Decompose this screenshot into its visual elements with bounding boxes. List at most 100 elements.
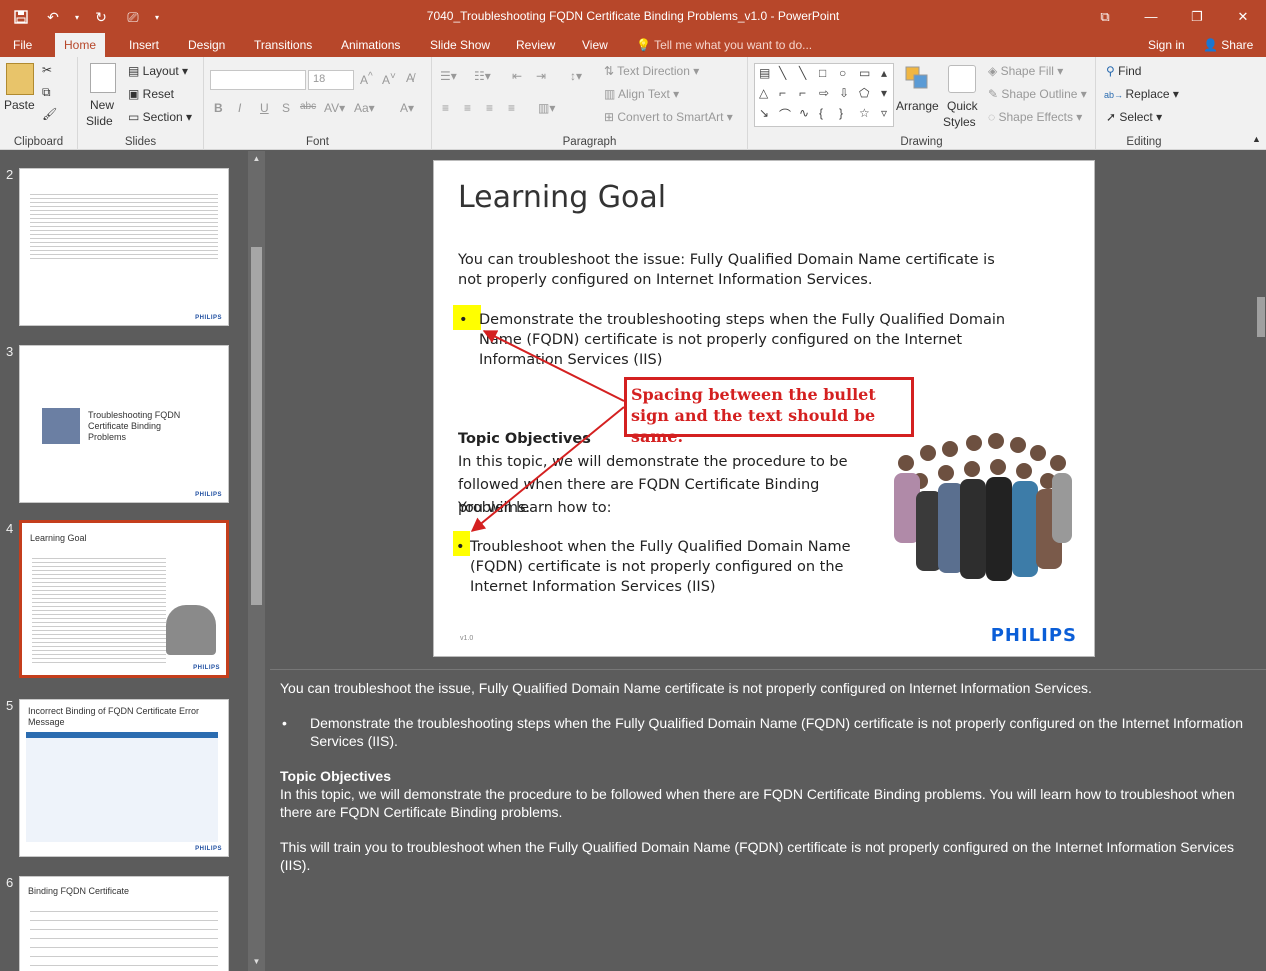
tab-review[interactable]: Review [507, 33, 564, 57]
elbow-shape-icon[interactable]: ⌐ [779, 86, 786, 100]
shape-outline-button[interactable]: ✎ Shape Outline ▾ [988, 87, 1087, 101]
arrange-button[interactable]: Arrange [896, 99, 939, 113]
shapes-gallery[interactable]: ▤ ╲ ╲ □ ○ ▭ △ ⌐ ⌐ ⇨ ⇩ ⬠ ↘ ⌒ ∿ { } ☆ ▴ ▾ … [754, 63, 894, 127]
font-color-icon[interactable]: A▾ [400, 101, 414, 115]
new-slide-button-line2[interactable]: Slide [86, 114, 113, 128]
thumbnails-scrollbar[interactable]: ▲ ▼ [248, 151, 265, 971]
shape-effects-button[interactable]: ◌ Shape Effects ▾ [988, 110, 1082, 124]
tab-home[interactable]: Home [55, 33, 106, 57]
slide-thumbnail-2[interactable]: PHILIPS [19, 168, 229, 326]
find-button[interactable]: ⚲ Find [1106, 64, 1141, 78]
text-direction-button[interactable]: ⇅ Text Direction ▾ [604, 64, 699, 78]
new-slide-icon[interactable] [90, 63, 116, 93]
grow-font-icon[interactable]: A^ [360, 71, 373, 87]
italic-icon[interactable]: I [238, 101, 241, 115]
font-name-combo[interactable] [210, 70, 306, 90]
share-button[interactable]: 👤 Share [1203, 38, 1253, 52]
rectangle-shape-icon[interactable]: □ [819, 66, 826, 80]
underline-icon[interactable]: U [260, 101, 269, 115]
bullets-icon[interactable]: ☰▾ [440, 69, 457, 83]
scrollbar-thumb[interactable] [251, 247, 262, 605]
brace-open-shape-icon[interactable]: { [819, 106, 823, 120]
close-button[interactable]: ✕ [1220, 0, 1266, 33]
elbow2-shape-icon[interactable]: ⌐ [799, 86, 806, 100]
textbox-shape-icon[interactable]: ▤ [759, 66, 770, 80]
curve-shape-icon[interactable]: ⌒ [779, 106, 791, 123]
paste-icon[interactable] [6, 63, 34, 95]
font-size-combo[interactable]: 18 [308, 70, 354, 90]
decrease-indent-icon[interactable]: ⇤ [512, 69, 522, 83]
convert-smartart-button[interactable]: ⊞ Convert to SmartArt ▾ [604, 110, 733, 124]
slide-thumbnail-4[interactable]: Learning Goal PHILIPS [19, 520, 229, 678]
reset-button[interactable]: ▣ Reset [128, 87, 174, 101]
cut-icon[interactable]: ✂ [42, 63, 52, 77]
shadow-icon[interactable]: S [282, 101, 290, 115]
slide-thumbnail-5[interactable]: Incorrect Binding of FQDN Certificate Er… [19, 699, 229, 857]
char-spacing-icon[interactable]: AV▾ [324, 101, 345, 115]
arrow-down-shape-icon[interactable]: ⇩ [839, 86, 849, 100]
gallery-more-icon[interactable]: ▿ [881, 106, 887, 120]
star-shape-icon[interactable]: ☆ [859, 106, 870, 120]
select-button[interactable]: ➚ Select ▾ [1106, 110, 1162, 124]
paste-button[interactable]: Paste [4, 98, 35, 112]
layout-button[interactable]: ▤ Layout ▾ [128, 64, 188, 78]
tell-me-box[interactable]: 💡 Tell me what you want to do... [636, 38, 812, 52]
slide-scrollbar-thumb[interactable] [1257, 297, 1265, 337]
review-callout[interactable]: Spacing between the bullet sign and the … [624, 377, 914, 446]
scroll-down-icon[interactable]: ▼ [251, 957, 262, 967]
align-center-icon[interactable]: ≡ [464, 101, 471, 115]
notes-pane[interactable]: You can troubleshoot the issue, Fully Qu… [270, 669, 1266, 971]
restore-button[interactable]: ❐ [1174, 0, 1220, 33]
arrow-line-shape-icon[interactable]: ↘ [759, 106, 769, 120]
justify-icon[interactable]: ≡ [508, 101, 515, 115]
minimize-button[interactable]: — [1128, 0, 1174, 33]
scroll-up-icon[interactable]: ▲ [251, 154, 262, 164]
align-text-button[interactable]: ▥ Align Text ▾ [604, 87, 679, 101]
tab-design[interactable]: Design [179, 33, 234, 57]
brace-close-shape-icon[interactable]: } [839, 106, 843, 120]
oval-shape-icon[interactable]: ○ [839, 66, 846, 80]
gallery-scroll-up-icon[interactable]: ▴ [881, 66, 887, 80]
tab-view[interactable]: View [573, 33, 617, 57]
strikethrough-icon[interactable]: abc [300, 101, 316, 112]
line2-shape-icon[interactable]: ╲ [799, 66, 806, 80]
replace-button[interactable]: ab→ Replace ▾ [1104, 87, 1179, 101]
align-right-icon[interactable]: ≡ [486, 101, 493, 115]
change-case-icon[interactable]: Aa▾ [354, 101, 375, 115]
new-slide-button[interactable]: New [90, 98, 114, 112]
increase-indent-icon[interactable]: ⇥ [536, 69, 546, 83]
line-shape-icon[interactable]: ╲ [779, 66, 786, 80]
tab-slide-show[interactable]: Slide Show [421, 33, 499, 57]
tab-file[interactable]: File [4, 33, 41, 57]
line-spacing-icon[interactable]: ↕▾ [570, 69, 582, 83]
slide-scrollbar[interactable] [1256, 151, 1266, 666]
slide-thumbnail-3[interactable]: Troubleshooting FQDN Certificate Binding… [19, 345, 229, 503]
numbering-icon[interactable]: ☷▾ [474, 69, 491, 83]
curve2-shape-icon[interactable]: ∿ [799, 106, 809, 120]
slide-canvas[interactable]: Learning Goal You can troubleshoot the i… [433, 160, 1095, 657]
tab-animations[interactable]: Animations [332, 33, 409, 57]
tab-insert[interactable]: Insert [120, 33, 168, 57]
shape-fill-button[interactable]: ◈ Shape Fill ▾ [988, 64, 1063, 78]
copy-icon[interactable]: ⧉ [42, 85, 51, 100]
quick-styles-button-line2[interactable]: Styles [943, 115, 976, 129]
arrow-right-shape-icon[interactable]: ⇨ [819, 86, 829, 100]
quick-styles-icon[interactable] [948, 65, 976, 93]
align-left-icon[interactable]: ≡ [442, 101, 449, 115]
arrange-icon[interactable] [904, 65, 932, 93]
slide-thumbnail-6[interactable]: Binding FQDN Certificate [19, 876, 229, 971]
format-painter-icon[interactable]: 🖌 [42, 107, 57, 121]
freeform-shape-icon[interactable]: ⬠ [859, 86, 869, 100]
collapse-ribbon-icon[interactable]: ▲ [1252, 134, 1261, 144]
section-button[interactable]: ▭ Section ▾ [128, 110, 192, 124]
bold-icon[interactable]: B [214, 101, 223, 115]
columns-icon[interactable]: ▥▾ [538, 101, 555, 115]
shrink-font-icon[interactable]: A˅ [382, 71, 396, 87]
quick-styles-button[interactable]: Quick [947, 99, 978, 113]
gallery-scroll-down-icon[interactable]: ▾ [881, 86, 887, 100]
tab-transitions[interactable]: Transitions [245, 33, 321, 57]
rounded-rect-shape-icon[interactable]: ▭ [859, 66, 870, 80]
sign-in-link[interactable]: Sign in [1148, 38, 1185, 52]
triangle-shape-icon[interactable]: △ [759, 86, 768, 100]
ribbon-display-options-icon[interactable]: ⧉ [1082, 0, 1128, 33]
